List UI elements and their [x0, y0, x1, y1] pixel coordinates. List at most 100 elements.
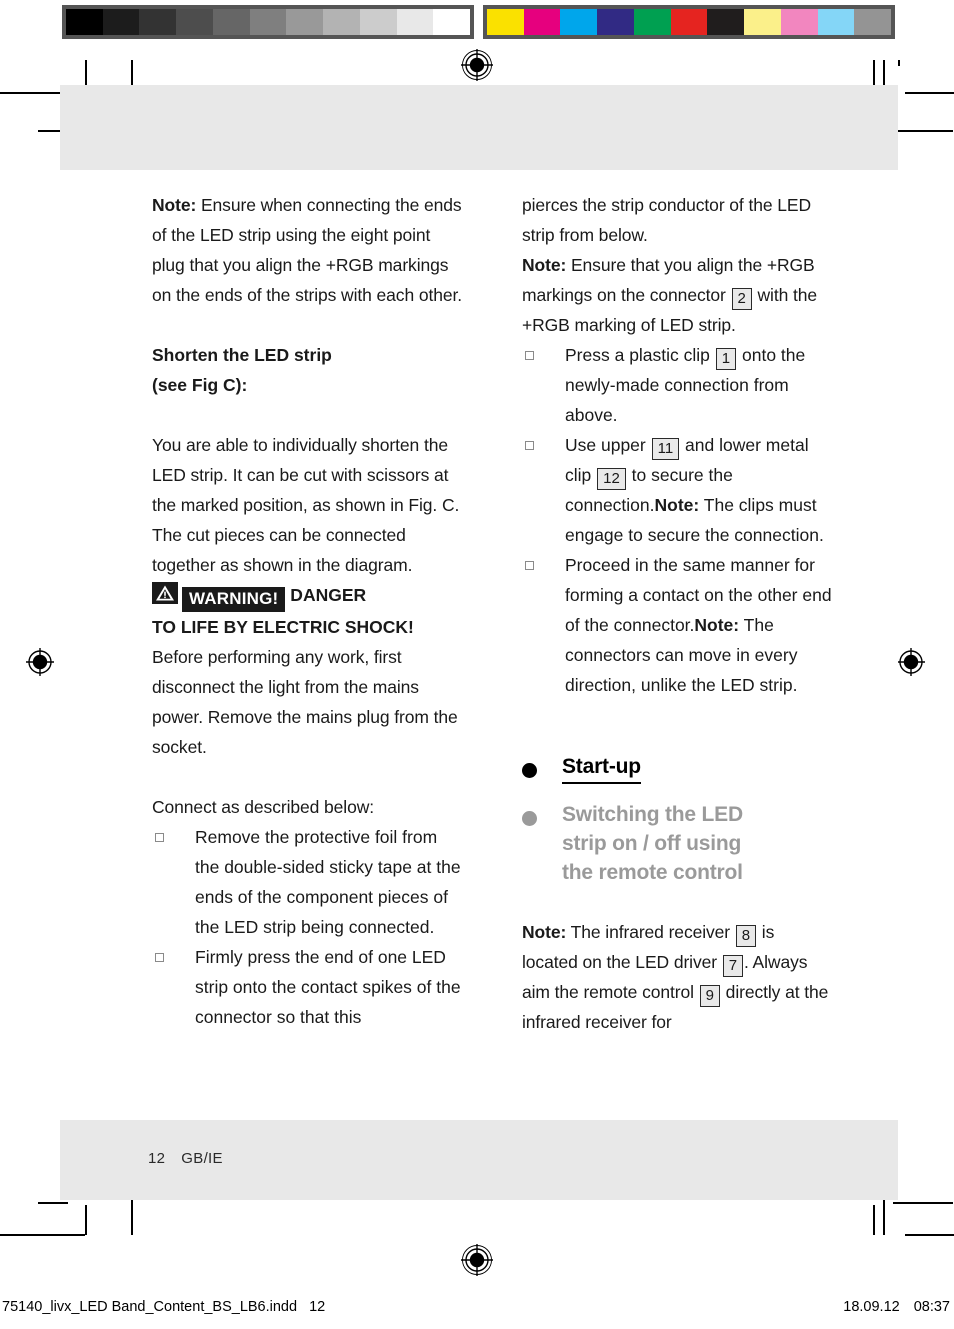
- color-calibration-strip: [483, 5, 895, 39]
- registration-mark-right: [894, 645, 928, 679]
- list-item: Proceed in the same manner for forming a…: [522, 550, 834, 700]
- crop-mark-bottom-right-outer: [873, 1205, 875, 1235]
- section-title-startup: Start-up: [562, 752, 641, 784]
- crop-mark-right-top-outer: [905, 92, 954, 94]
- part-reference-8: 8: [735, 925, 757, 947]
- grayscale-swatch-1: [102, 9, 140, 35]
- slug-filename: 75140_livx_LED Band_Content_BS_LB6.indd: [2, 1299, 298, 1315]
- list-item: Press a plastic clip 1 onto the newly-ma…: [522, 340, 834, 430]
- grayscale-swatch-8: [359, 9, 397, 35]
- grayscale-swatch-2: [139, 9, 177, 35]
- crop-mark-bottom-left-outer: [85, 1205, 87, 1235]
- part-reference-9: 9: [699, 985, 720, 1007]
- document-page: Note: Ensure when connecting the ends of…: [60, 85, 898, 1200]
- crop-mark-top-right-inner: [898, 60, 900, 66]
- note-paragraph-1: Note: Ensure when connecting the ends of…: [152, 190, 464, 310]
- connection-steps-list-right: Press a plastic clip 1 onto the newly-ma…: [522, 340, 834, 700]
- color-swatch-10: [854, 9, 892, 35]
- note3-part1: The infrared receiver: [566, 922, 735, 942]
- color-swatch-8: [780, 9, 818, 35]
- page-footer: 12 GB/IE: [60, 1120, 898, 1200]
- grayscale-swatch-5: [249, 9, 287, 35]
- crop-mark-left-bottom-inner: [38, 1202, 68, 1204]
- page-footer-text: 12 GB/IE: [148, 1150, 223, 1167]
- slug-left: 75140_livx_LED Band_Content_BS_LB6.indd 1…: [2, 1299, 325, 1315]
- part-reference-7: 7: [722, 955, 743, 977]
- grayscale-swatch-9: [396, 9, 434, 35]
- square-bullet-icon: [155, 833, 164, 842]
- crop-mark-right-bottom-outer: [905, 1234, 954, 1236]
- heading-shorten-led-strip-line1: Shorten the LED strip: [152, 345, 332, 365]
- section-title-switching-line3: the remote control: [562, 861, 743, 884]
- list-item-text: Firmly press the end of one LED strip on…: [195, 947, 461, 1027]
- section-heading-startup: Start-up: [522, 752, 834, 784]
- note-label: Note:: [522, 255, 567, 275]
- connect-intro-text: Connect as described below:: [152, 797, 375, 817]
- grayscale-swatch-6: [286, 9, 324, 35]
- color-swatch-7: [744, 9, 781, 35]
- section-title-switching-line2: strip on / off using: [562, 832, 742, 855]
- grayscale-swatch-4: [212, 9, 250, 35]
- grayscale-swatch-10: [433, 9, 471, 35]
- color-swatch-6: [707, 9, 745, 35]
- square-bullet-icon: [525, 561, 534, 570]
- list-item: Use upper 11 and lower metal clip 12 to …: [522, 430, 834, 550]
- note-label: Note:: [654, 495, 700, 515]
- part-reference-1: 1: [715, 348, 737, 370]
- connection-steps-list-left: Remove the protective foil from the doub…: [152, 822, 464, 1032]
- grayscale-swatch-0: [66, 9, 103, 35]
- page-number: 12: [148, 1150, 166, 1167]
- crop-mark-right-bottom-inner: [893, 1202, 953, 1204]
- grayscale-swatch-3: [176, 9, 213, 35]
- warning-headline-part2: TO LIFE BY ELECTRIC SHOCK!: [152, 617, 414, 637]
- registration-mark-top: [460, 48, 494, 82]
- color-swatch-9: [817, 9, 855, 35]
- crop-mark-left-bottom-outer: [0, 1234, 85, 1236]
- note-label: Note:: [152, 195, 197, 215]
- warning-banner: WARNING! DANGER: [152, 580, 464, 612]
- part-reference-12: 12: [597, 468, 626, 490]
- slug-right: 18.09.12 08:37: [843, 1299, 950, 1315]
- bullet-dot-icon: [522, 811, 537, 826]
- note-label: Note:: [522, 922, 567, 942]
- registration-mark-left: [23, 645, 57, 679]
- list-item: Remove the protective foil from the doub…: [152, 822, 464, 942]
- grayscale-calibration-strip: [62, 5, 474, 39]
- square-bullet-icon: [525, 441, 534, 450]
- note-label: Note:: [694, 615, 740, 635]
- language-code: GB/IE: [181, 1150, 223, 1167]
- registration-mark-bottom: [460, 1243, 494, 1277]
- heading-shorten-led-strip-line2: (see Fig C):: [152, 375, 248, 395]
- slug-page: 12: [309, 1299, 326, 1315]
- note-paragraph-2: Note: Ensure that you align the +RGB mar…: [522, 250, 834, 340]
- color-swatch-3: [597, 9, 634, 35]
- slug-date: 18.09.12: [843, 1299, 900, 1315]
- slug-time: 08:37: [913, 1299, 950, 1315]
- prepress-slug: 75140_livx_LED Band_Content_BS_LB6.indd 1…: [0, 1299, 954, 1321]
- continuation-paragraph: pierces the strip conductor of the LED s…: [522, 195, 811, 245]
- warning-headline-part1: DANGER: [285, 585, 367, 605]
- calibration-strips: [0, 5, 954, 39]
- body-shorten-led-strip: You are able to individually shorten the…: [152, 435, 460, 575]
- left-column: Note: Ensure when connecting the ends of…: [152, 190, 464, 1120]
- square-bullet-icon: [155, 953, 164, 962]
- color-swatch-2: [560, 9, 598, 35]
- warning-body-text: Before performing any work, first discon…: [152, 647, 458, 757]
- square-bullet-icon: [525, 351, 534, 360]
- two-column-body: Note: Ensure when connecting the ends of…: [60, 170, 898, 1120]
- part-reference-2: 2: [731, 288, 752, 310]
- right-column: pierces the strip conductor of the LED s…: [522, 190, 834, 1120]
- color-swatch-5: [670, 9, 708, 35]
- step3-part1: Press a plastic clip: [565, 345, 715, 365]
- color-swatch-4: [633, 9, 671, 35]
- list-item: Firmly press the end of one LED strip on…: [152, 942, 464, 1032]
- crop-mark-right-top-inner: [893, 130, 953, 132]
- note-paragraph-3: Note: The infrared receiver 8 is located…: [522, 917, 834, 1037]
- color-swatch-0: [487, 9, 524, 35]
- grayscale-swatch-7: [323, 9, 360, 35]
- step4-part1: Use upper: [565, 435, 651, 455]
